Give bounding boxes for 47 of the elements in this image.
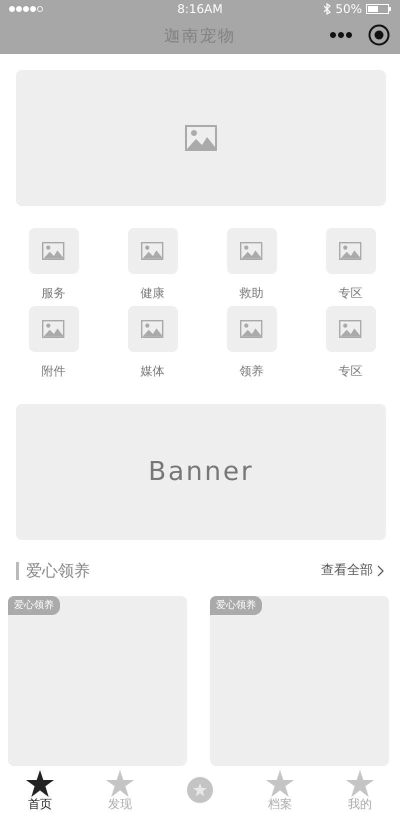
star-icon (266, 770, 294, 797)
image-icon (141, 320, 164, 338)
chevron-right-icon (377, 565, 384, 577)
image-icon (185, 125, 217, 151)
card-tag: 爱心领养 (8, 596, 60, 615)
category-button[interactable] (128, 306, 178, 352)
signal-icon (8, 4, 46, 14)
image-icon (240, 242, 263, 260)
category-label: 服务 (42, 285, 66, 302)
category-label: 媒体 (140, 363, 164, 380)
category-button[interactable] (226, 306, 276, 352)
image-icon (42, 320, 65, 338)
image-icon (339, 320, 362, 338)
image-icon (42, 242, 65, 260)
category-button[interactable] (326, 306, 376, 352)
tab-item[interactable]: 发现 (106, 770, 134, 811)
view-all-link[interactable]: 查看全部 (321, 561, 384, 581)
banner-text: Banner (148, 456, 254, 488)
star-icon (106, 770, 134, 797)
category-button[interactable] (28, 228, 78, 274)
category-label: 专区 (338, 363, 362, 380)
card-tag: 爱心领养 (210, 596, 262, 615)
tab-item[interactable]: 档案 (266, 770, 294, 811)
category-label: 救助 (240, 285, 264, 302)
star-icon (346, 770, 374, 797)
star-circle-icon[interactable] (187, 776, 213, 802)
tab-item[interactable]: 我的 (346, 770, 374, 811)
battery-icon (366, 3, 392, 15)
image-icon (141, 242, 164, 260)
category-button[interactable] (326, 228, 376, 274)
image-icon (339, 242, 362, 260)
category-button[interactable] (226, 228, 276, 274)
bluetooth-icon (323, 3, 332, 15)
category-button[interactable] (128, 228, 178, 274)
battery-percent: 50% (335, 1, 362, 18)
category-label: 专区 (338, 285, 362, 302)
star-icon (26, 770, 54, 797)
image-icon (240, 320, 263, 338)
target-icon[interactable] (368, 24, 390, 46)
category-button[interactable] (28, 306, 78, 352)
section-title: 爱心领养 (16, 562, 90, 580)
tab-item[interactable]: 首页 (26, 770, 54, 811)
category-label: 附件 (42, 363, 66, 380)
more-icon[interactable] (330, 32, 352, 38)
status-time: 8:16AM (177, 1, 223, 18)
category-label: 健康 (140, 285, 164, 302)
category-label: 领养 (240, 363, 264, 380)
